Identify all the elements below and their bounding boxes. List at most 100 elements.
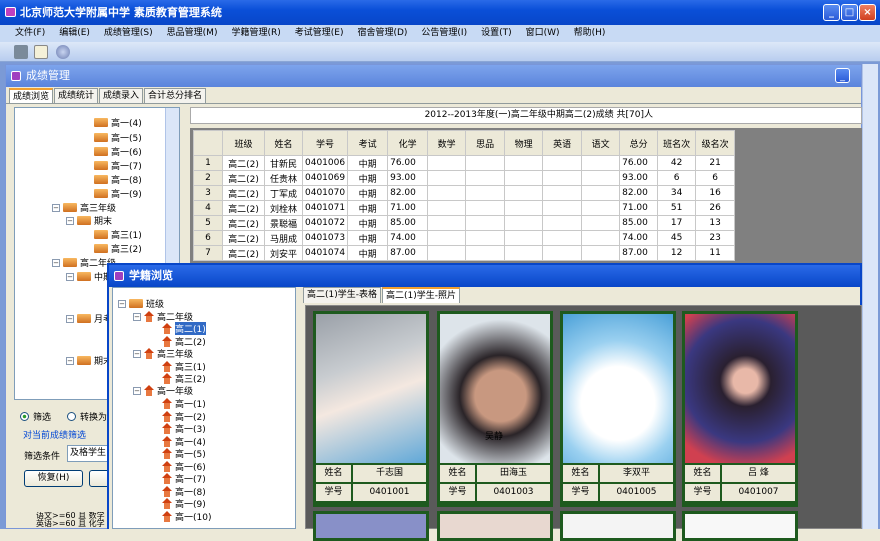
tree-node[interactable]: − 中期	[66, 270, 112, 283]
tree-node[interactable]: 高一(7)	[94, 159, 142, 172]
tree-node[interactable]: − 高三年级	[133, 347, 193, 360]
column-header[interactable]	[193, 130, 223, 156]
table-cell: 高二(2)	[222, 215, 265, 231]
tab-total-rank[interactable]: 合计总分排名	[144, 88, 207, 103]
menu-item[interactable]: 窗口(W)	[519, 25, 567, 42]
tab-grade-entry[interactable]: 成绩录入	[99, 88, 144, 103]
student-card[interactable]	[682, 511, 798, 541]
tree-node[interactable]: − 月考	[66, 312, 112, 325]
tree-node[interactable]: 高一(9)	[94, 187, 142, 200]
collapse-icon[interactable]: −	[66, 216, 74, 225]
tree-node-label: 高一(6)	[111, 148, 142, 158]
print-icon[interactable]	[14, 45, 28, 59]
table-row[interactable]: 7 高二(2) 刘安平 0401074 中期 87.00 87.00 12 11	[193, 245, 736, 261]
collapse-icon[interactable]: −	[52, 258, 60, 267]
tree-node[interactable]: − 期末	[66, 214, 112, 227]
tree-node[interactable]: − 高三年级	[52, 201, 116, 214]
menu-item[interactable]: 思品管理(M)	[160, 25, 225, 42]
tab-student-table[interactable]: 高二(1)学生-表格	[303, 287, 381, 303]
column-header[interactable]: 学号	[301, 130, 349, 156]
column-header[interactable]: 英语	[542, 130, 583, 156]
tab-grade-stats[interactable]: 成绩统计	[54, 88, 99, 103]
tree-node[interactable]: 高一(4)	[94, 116, 142, 129]
tree-node[interactable]: 高一(6)	[162, 460, 206, 473]
radio-filter[interactable]: 筛选	[20, 410, 51, 423]
mdi-scrollbar[interactable]	[862, 64, 878, 529]
radio-convert[interactable]: 转换为	[67, 410, 107, 423]
tree-node[interactable]: 高一(7)	[162, 472, 206, 485]
table-row[interactable]: 2 高二(2) 任贵林 0401069 中期 93.00 93.00 6 6	[193, 170, 736, 186]
tree-node[interactable]: 高一(4)	[162, 435, 206, 448]
collapse-icon[interactable]: −	[52, 203, 60, 212]
tree-node-label: 期末	[94, 217, 113, 227]
tree-node[interactable]: 高三(1)	[94, 228, 142, 241]
column-header[interactable]: 班级	[222, 130, 265, 156]
column-header[interactable]: 班名次	[657, 130, 697, 156]
grades-minimize-button[interactable]: _	[835, 68, 850, 83]
restore-button[interactable]: 恢复(H)	[24, 470, 83, 487]
grades-table[interactable]: 班级 姓名 学号 考试 化学 数学 思品 物理 英语 语文 总分 班名次 级名次 1 高二(2) 甘新民 040…	[193, 130, 736, 261]
collapse-icon[interactable]: −	[133, 386, 141, 395]
tree-node[interactable]: − 期末	[66, 354, 112, 367]
tree-node[interactable]: 高一(10)	[162, 510, 211, 523]
student-card[interactable]: 吴静 姓名 田海玉 学号 0401003	[437, 311, 553, 507]
table-cell: 刘安平	[264, 245, 303, 261]
table-row[interactable]: 1 高二(2) 甘新民 0401006 中期 76.00 76.00 42 21	[193, 155, 736, 171]
menu-item[interactable]: 宿舍管理(D)	[350, 25, 414, 42]
tree-node[interactable]: 高一(6)	[94, 145, 142, 158]
student-card[interactable]: 姓名 李双平 学号 0401005	[560, 311, 676, 507]
student-card[interactable]: 姓名 千志国 学号 0401001	[313, 311, 429, 507]
column-header[interactable]: 物理	[504, 130, 544, 156]
menu-item[interactable]: 学籍管理(R)	[224, 25, 287, 42]
column-header[interactable]: 级名次	[695, 130, 736, 156]
column-header[interactable]: 考试	[347, 130, 389, 156]
menu-item[interactable]: 设置(T)	[474, 25, 519, 42]
tree-node[interactable]: 高一(5)	[162, 447, 206, 460]
column-header[interactable]: 化学	[387, 130, 429, 156]
table-row[interactable]: 6 高二(2) 马朋成 0401073 中期 74.00 74.00 45 23	[193, 230, 736, 246]
student-card[interactable]	[437, 511, 553, 541]
filter-condition-select[interactable]: 及格学生	[67, 445, 112, 462]
column-header[interactable]: 数学	[427, 130, 467, 156]
tab-grade-browse[interactable]: 成绩浏览	[9, 88, 54, 103]
student-card[interactable]	[313, 511, 429, 541]
tree-node[interactable]: 高一(2)	[162, 410, 206, 423]
column-header[interactable]: 思品	[465, 130, 506, 156]
globe-icon[interactable]	[56, 45, 70, 59]
tree-node[interactable]: 高一(5)	[94, 131, 142, 144]
table-row[interactable]: 4 高二(2) 刘栓林 0401071 中期 71.00 71.00 51 26	[193, 200, 736, 216]
tab-student-photo[interactable]: 高二(1)学生-照片	[382, 287, 460, 303]
tree-node[interactable]: 高二(1)	[162, 322, 206, 335]
tree-node[interactable]: 高一(1)	[162, 397, 206, 410]
tree-node[interactable]: 高三(2)	[94, 242, 142, 255]
menu-item[interactable]: 文件(F)	[8, 25, 52, 42]
tree-node[interactable]: − 班级	[118, 297, 164, 310]
column-header[interactable]: 总分	[619, 130, 659, 156]
collapse-icon[interactable]: −	[66, 356, 74, 365]
student-card[interactable]: 姓名吕 烽学号 0401007	[682, 311, 798, 507]
student-card[interactable]	[560, 511, 676, 541]
collapse-icon[interactable]: −	[66, 272, 74, 281]
menu-item[interactable]: 公告管理(I)	[414, 25, 474, 42]
print-preview-icon[interactable]	[34, 45, 48, 59]
menu-item[interactable]: 编辑(E)	[52, 25, 97, 42]
column-header[interactable]: 姓名	[264, 130, 303, 156]
table-row[interactable]: 5 高二(2) 景聪福 0401072 中期 85.00 85.00 17 13	[193, 215, 736, 231]
table-row[interactable]: 3 高二(2) 丁军成 0401070 中期 82.00 82.00 34 16	[193, 185, 736, 201]
menu-item[interactable]: 考试管理(E)	[288, 25, 351, 42]
collapse-icon[interactable]: −	[118, 299, 126, 308]
tree-node[interactable]: − 高一年级	[133, 384, 193, 397]
collapse-icon[interactable]: −	[133, 312, 141, 321]
tree-node[interactable]: 高一(3)	[162, 422, 206, 435]
close-button[interactable]: ×	[859, 4, 876, 21]
collapse-icon[interactable]: −	[133, 349, 141, 358]
column-header[interactable]: 语文	[581, 130, 621, 156]
menu-item[interactable]: 成绩管理(S)	[97, 25, 160, 42]
tree-node[interactable]: 高一(9)	[162, 497, 206, 510]
maximize-button[interactable]: □	[841, 4, 858, 21]
tree-node[interactable]: 高一(8)	[162, 485, 206, 498]
minimize-button[interactable]: _	[823, 4, 840, 21]
collapse-icon[interactable]: −	[66, 314, 74, 323]
tree-node[interactable]: 高一(8)	[94, 173, 142, 186]
menu-item[interactable]: 帮助(H)	[567, 25, 613, 42]
